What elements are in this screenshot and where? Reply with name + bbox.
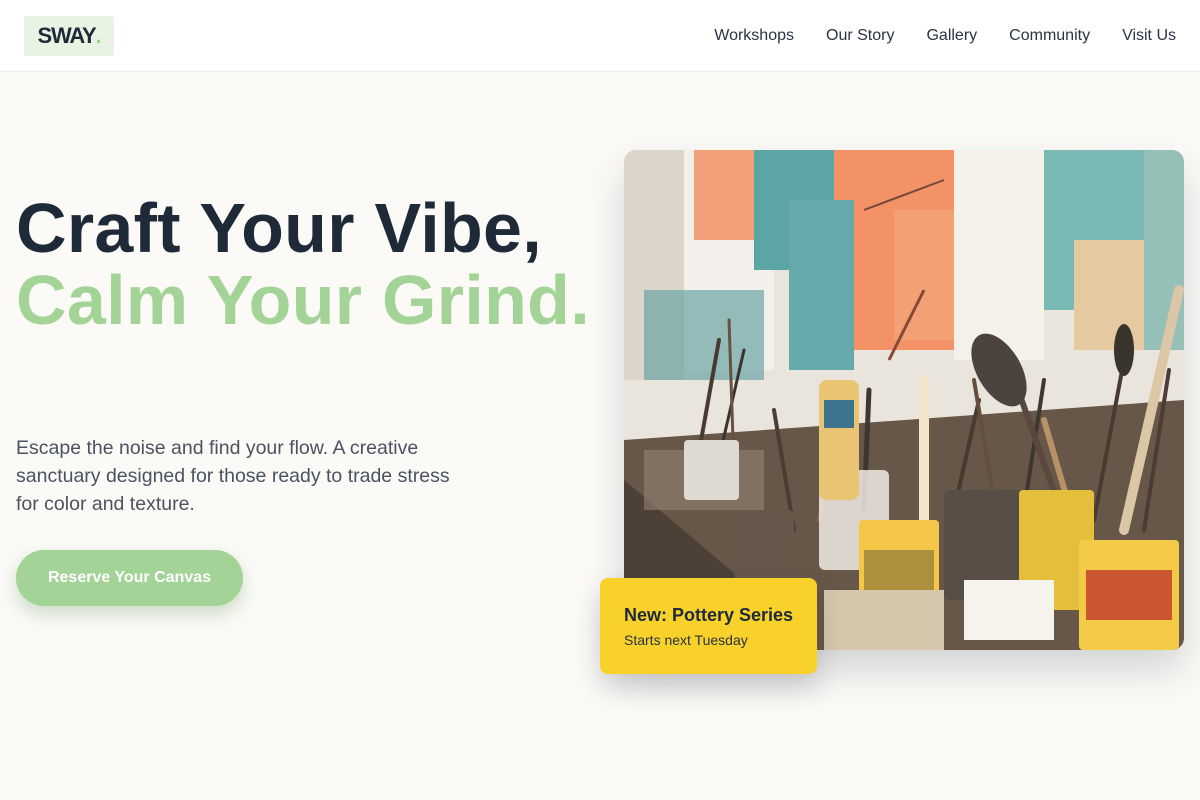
badge-title: New: Pottery Series bbox=[624, 605, 794, 625]
logo[interactable]: SWAY. bbox=[24, 16, 114, 56]
nav-workshops[interactable]: Workshops bbox=[714, 27, 794, 45]
badge-subtitle: Starts next Tuesday bbox=[624, 632, 748, 648]
pottery-series-badge[interactable]: New: Pottery Series Starts next Tuesday bbox=[600, 578, 817, 674]
logo-dot: . bbox=[95, 23, 102, 48]
main-nav: Workshops Our Story Gallery Community Vi… bbox=[714, 0, 1176, 72]
hero-image bbox=[624, 150, 1184, 650]
nav-visit-us[interactable]: Visit Us bbox=[1122, 27, 1176, 45]
hero-headline: Craft Your Vibe, Calm Your Grind. bbox=[16, 192, 596, 336]
headline-line-2: Calm Your Grind. bbox=[16, 261, 590, 339]
reserve-canvas-button[interactable]: Reserve Your Canvas bbox=[16, 550, 243, 606]
nav-community[interactable]: Community bbox=[1009, 27, 1090, 45]
nav-our-story[interactable]: Our Story bbox=[826, 27, 894, 45]
nav-gallery[interactable]: Gallery bbox=[926, 27, 977, 45]
headline-line-1: Craft Your Vibe, bbox=[16, 189, 543, 267]
site-header: SWAY. Workshops Our Story Gallery Commun… bbox=[0, 0, 1200, 72]
hero-subtext: Escape the noise and find your flow. A c… bbox=[16, 437, 450, 515]
logo-text: SWAY bbox=[37, 23, 97, 48]
art-studio-photo bbox=[624, 150, 1184, 650]
